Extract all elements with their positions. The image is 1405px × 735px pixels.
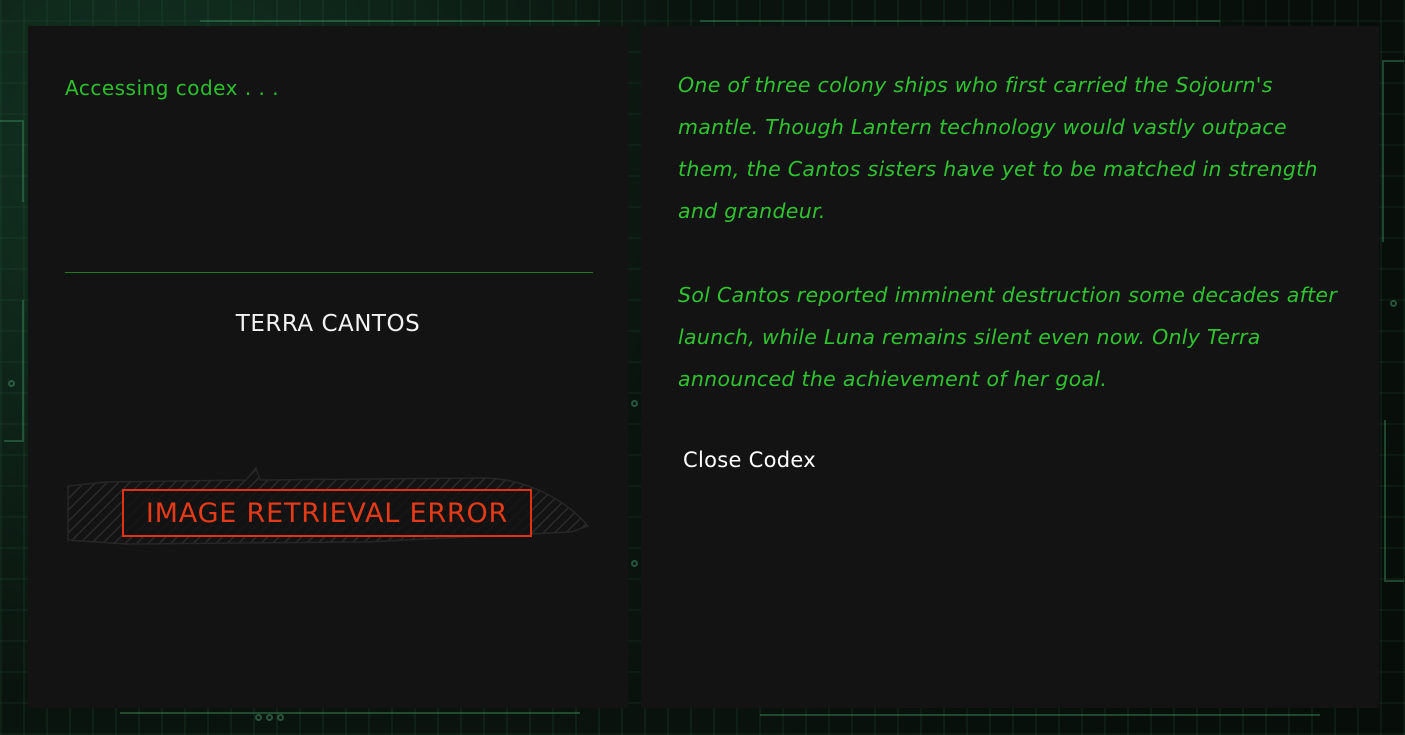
circuit-pad bbox=[255, 714, 262, 721]
circuit-pad bbox=[266, 714, 273, 721]
circuit-pad bbox=[631, 560, 638, 567]
circuit-trace bbox=[1382, 60, 1404, 242]
circuit-pad bbox=[1390, 300, 1397, 307]
circuit-trace bbox=[1384, 420, 1404, 582]
codex-status-text: Accessing codex . . . bbox=[65, 76, 280, 100]
circuit-trace bbox=[120, 712, 580, 734]
description-paragraph: Sol Cantos reported imminent destruction… bbox=[678, 283, 1338, 391]
circuit-trace bbox=[700, 4, 1220, 22]
circuit-trace bbox=[0, 120, 24, 202]
codex-description: One of three colony ships who first carr… bbox=[678, 64, 1348, 442]
circuit-pad bbox=[277, 714, 284, 721]
close-codex-button[interactable]: Close Codex bbox=[683, 448, 816, 472]
circuit-pad bbox=[631, 400, 638, 407]
panel-divider bbox=[65, 272, 593, 273]
description-paragraph: One of three colony ships who first carr… bbox=[678, 73, 1318, 223]
circuit-trace bbox=[200, 2, 600, 22]
circuit-trace bbox=[760, 714, 1320, 734]
circuit-pad bbox=[8, 380, 15, 387]
codex-description-panel: One of three colony ships who first carr… bbox=[641, 26, 1379, 708]
image-retrieval-error-label: IMAGE RETRIEVAL ERROR bbox=[122, 489, 532, 537]
ship-name-title: TERRA CANTOS bbox=[235, 311, 421, 337]
codex-image-panel: Accessing codex . . . TERRA CANTOS IMAGE… bbox=[28, 26, 628, 708]
circuit-trace bbox=[4, 300, 24, 442]
